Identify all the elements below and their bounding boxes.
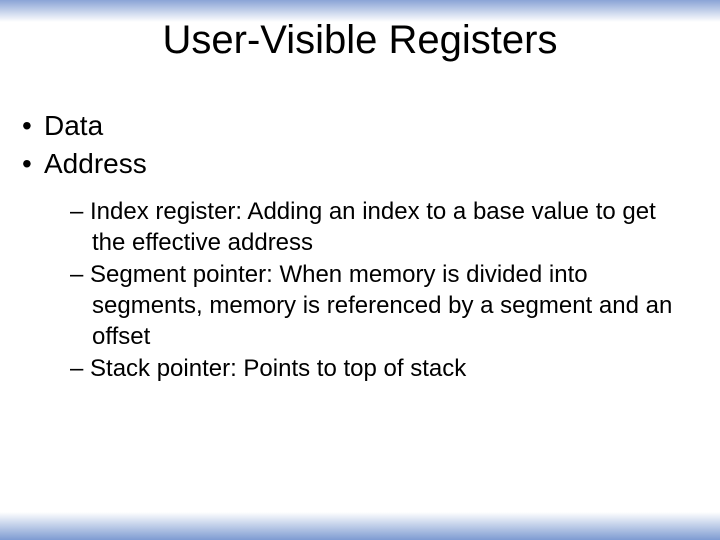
sub-bullet-index: – Index register: Adding an index to a b… [70,197,690,258]
bullet-address: Address [18,146,690,182]
slide-container: User-Visible Registers Data Address – In… [0,0,720,540]
slide-body: Data Address – Index register: Adding an… [18,108,690,387]
slide-title: User-Visible Registers [0,18,720,63]
sub-bullet-stack: – Stack pointer: Points to top of stack [70,354,690,385]
bullet-data: Data [18,108,690,144]
sub-bullet-segment: – Segment pointer: When memory is divide… [70,260,690,352]
sub-bullet-group: – Index register: Adding an index to a b… [18,197,690,385]
